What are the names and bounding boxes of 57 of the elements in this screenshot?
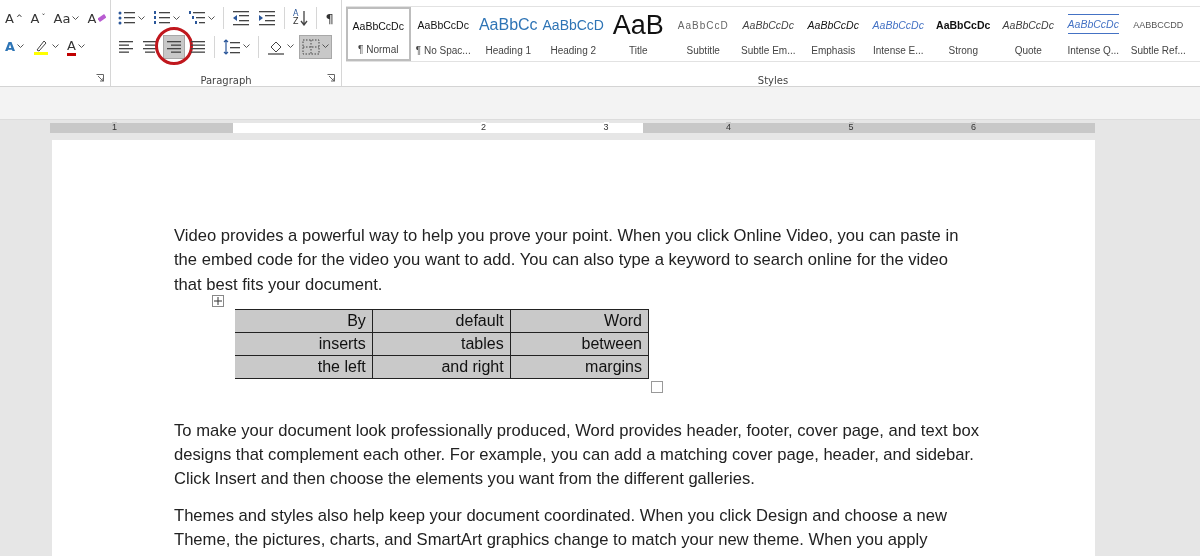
table-cell: tables [372, 332, 511, 356]
eraser-icon [98, 14, 107, 23]
table-cell: and right [372, 355, 511, 379]
line-spacing-icon [223, 38, 241, 55]
style-gallery-item[interactable]: AABBCCDD Subtle Ref... [1126, 7, 1191, 61]
borders-icon [302, 38, 320, 55]
multilevel-list-icon [188, 10, 206, 27]
group-label: Styles [757, 75, 789, 86]
clear-formatting-button[interactable]: A [84, 6, 110, 31]
dialog-launcher-icon[interactable] [96, 74, 104, 82]
group-label: Paragraph [200, 75, 252, 86]
ruler-number: 1 [112, 122, 117, 133]
align-right-button[interactable] [163, 34, 185, 59]
show-marks-button[interactable]: ¶ [322, 6, 337, 31]
font-color-button[interactable]: A [64, 34, 88, 59]
ruler[interactable]: 1 2 3 4 5 6 [50, 123, 1095, 133]
sort-button[interactable]: A Z [290, 6, 312, 31]
borders-button[interactable] [299, 34, 332, 59]
body-paragraph: Video provides a powerful way to help you prove your point. When you click Online Video, you can paste in the embed code for the video you want to add. You can also type a keyword to search online for the video that best fits your document. [174, 225, 960, 296]
table-cell: default [372, 309, 511, 333]
style-gallery-item[interactable]: AaBbCcDc Quote [996, 7, 1061, 61]
font-size-button[interactable]: Aa [50, 6, 83, 31]
table-resize-handle[interactable] [651, 380, 663, 393]
justify-icon [190, 39, 206, 54]
increase-indent-icon [258, 10, 276, 27]
style-gallery-item[interactable]: AaBbCcDc Strong [931, 7, 996, 61]
body-paragraph: Themes and styles also help keep your document coordinated. When you click Design and choose a new Theme, the pictures, charts, and SmartArt graphics change to match your new theme. When you apply [174, 504, 948, 552]
font-size-button[interactable]: A^ [2, 6, 26, 31]
numbered-list-icon [153, 10, 171, 27]
style-gallery-item[interactable]: AaBbCcD Subtitle [671, 7, 736, 61]
style-gallery-item[interactable]: AaBbCc Heading 1 [476, 7, 541, 61]
decrease-indent-icon [232, 10, 250, 27]
ruler-number: 6 [971, 122, 976, 133]
bullet-list-icon [118, 10, 136, 27]
style-gallery-item[interactable]: AaBbCcDc ¶ Normal [346, 7, 411, 61]
style-gallery-item[interactable]: AaB Title [606, 7, 671, 61]
table-cell: margins [510, 355, 649, 379]
style-gallery-item[interactable]: AaBbCcD Heading 2 [541, 7, 606, 61]
dialog-launcher-icon[interactable] [327, 74, 335, 82]
ruler-number: 3 [603, 122, 609, 133]
ruler-number: 4 [726, 122, 731, 133]
table-move-handle-icon[interactable] [212, 294, 224, 307]
ruler-number: 5 [848, 122, 854, 133]
style-gallery-item[interactable]: AaBbCcDc ¶ No Spac... [411, 7, 476, 61]
align-right-icon [166, 39, 182, 54]
style-gallery-item[interactable]: AaBbCcDc Intense Q... [1061, 7, 1126, 61]
body-paragraph: To make your document look professionally produced, Word provides header, footer, cover page, and text box designs that complement each other. For example, you can add a matching cover page, header, and sidebar. Click Insert and then choose the elements you want from the different galleries. [174, 419, 979, 491]
down-arrow-icon [300, 10, 309, 27]
align-left-icon [118, 39, 134, 54]
style-gallery-item[interactable]: AaBbCcDc Emphasis [801, 7, 866, 61]
text-effects-button[interactable]: A [2, 34, 28, 59]
style-gallery-item[interactable]: AaBbCcDc Subtle Em... [736, 7, 801, 61]
align-center-icon [142, 39, 158, 54]
table-cell: Word [510, 309, 649, 333]
table-cell: between [510, 332, 649, 356]
style-gallery-item[interactable]: AaBbCcDc Intense E... [866, 7, 931, 61]
ruler-number: 2 [481, 122, 486, 133]
